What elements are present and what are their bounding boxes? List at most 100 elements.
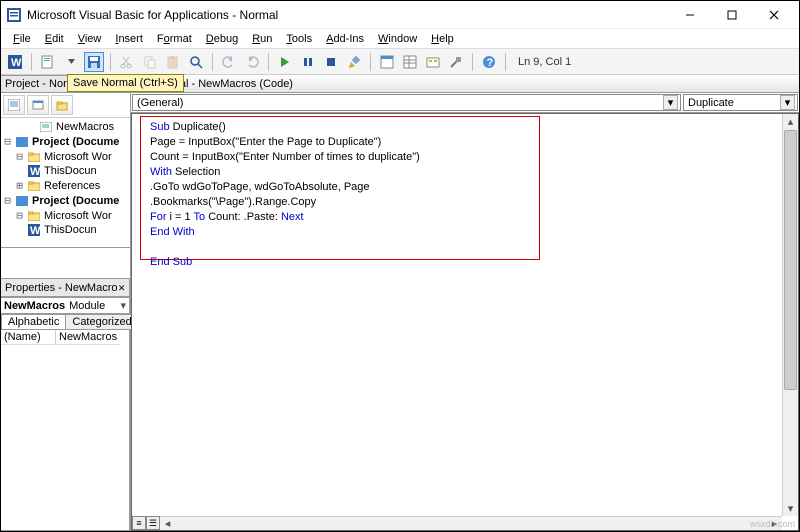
separator xyxy=(472,53,473,71)
folder-icon xyxy=(27,210,41,222)
module-icon xyxy=(39,121,53,133)
tooltip: Save Normal (Ctrl+S) xyxy=(67,74,184,92)
tree-folder-refs[interactable]: ⊞References xyxy=(3,178,128,193)
help-button[interactable]: ? xyxy=(479,52,499,72)
collapse-icon[interactable]: ⊟ xyxy=(3,135,12,148)
menu-view[interactable]: View xyxy=(72,31,108,47)
expand-icon[interactable]: ⊞ xyxy=(15,179,24,192)
code-window-title: Normal - NewMacros (Code) xyxy=(131,75,799,93)
paste-button[interactable] xyxy=(163,52,183,72)
properties-grid[interactable]: (Name) NewMacros xyxy=(1,329,130,531)
project-tree[interactable]: NewMacros ⊟Project (Docume ⊟Microsoft Wo… xyxy=(1,118,130,248)
redo-button[interactable] xyxy=(242,52,262,72)
scroll-thumb[interactable] xyxy=(784,130,797,390)
menu-insert[interactable]: Insert xyxy=(109,31,149,47)
project-explorer-button[interactable] xyxy=(377,52,397,72)
separator xyxy=(31,53,32,71)
folder-icon xyxy=(27,180,41,192)
menubar: File Edit View Insert Format Debug Run T… xyxy=(1,29,799,49)
word-doc-icon: W xyxy=(27,165,41,177)
svg-text:W: W xyxy=(30,225,40,236)
view-word-button[interactable]: W xyxy=(5,52,25,72)
code-text[interactable]: Sub Duplicate() Page = InputBox("Enter t… xyxy=(150,120,420,270)
object-dropdown[interactable]: (General) ▾ xyxy=(132,94,681,111)
separator xyxy=(370,53,371,71)
menu-file[interactable]: File xyxy=(7,31,37,47)
insert-module-button[interactable] xyxy=(38,52,58,72)
separator xyxy=(268,53,269,71)
tree-project-1[interactable]: ⊟Project (Docume xyxy=(3,134,128,149)
dropdown-arrow[interactable] xyxy=(61,52,81,72)
dropdown-icon[interactable]: ▾ xyxy=(120,299,126,312)
separator xyxy=(505,53,506,71)
tree-folder-word-2[interactable]: ⊟Microsoft Wor xyxy=(3,208,128,223)
properties-close-icon[interactable]: ✕ xyxy=(118,281,125,294)
properties-panel-title: Properties - NewMacro ✕ xyxy=(1,278,130,297)
menu-addins[interactable]: Add-Ins xyxy=(320,31,370,47)
scroll-left-icon[interactable]: ◂ xyxy=(160,517,175,530)
property-row[interactable]: (Name) NewMacros xyxy=(1,330,129,345)
menu-window[interactable]: Window xyxy=(372,31,423,47)
properties-object-selector[interactable]: NewMacros Module ▾ xyxy=(1,297,130,314)
toolbar: W ? Ln 9, Col 1 xyxy=(1,49,799,75)
word-doc-icon: W xyxy=(27,224,41,236)
folder-icon xyxy=(27,151,41,163)
project-toolbar xyxy=(1,93,130,118)
horizontal-scrollbar[interactable]: ◂ ▸ xyxy=(160,516,782,530)
dropdown-arrow-icon[interactable]: ▾ xyxy=(780,95,795,110)
break-button[interactable] xyxy=(298,52,318,72)
project-icon xyxy=(15,195,29,207)
svg-text:W: W xyxy=(30,166,40,177)
procedure-view-button[interactable]: ≡ xyxy=(132,516,146,530)
minimize-button[interactable] xyxy=(669,2,711,28)
menu-format[interactable]: Format xyxy=(151,31,198,47)
menu-tools[interactable]: Tools xyxy=(280,31,318,47)
vertical-scrollbar[interactable]: ▴ ▾ xyxy=(782,114,798,516)
menu-help[interactable]: Help xyxy=(425,31,460,47)
cursor-position: Ln 9, Col 1 xyxy=(518,56,571,68)
tree-project-2[interactable]: ⊟Project (Docume xyxy=(3,193,128,208)
view-code-button[interactable] xyxy=(3,95,25,115)
tree-folder-word-1[interactable]: ⊟Microsoft Wor xyxy=(3,149,128,164)
separator xyxy=(110,53,111,71)
dropdown-arrow-icon[interactable]: ▾ xyxy=(663,95,678,110)
project-icon xyxy=(15,136,29,148)
scroll-down-icon[interactable]: ▾ xyxy=(783,501,798,516)
design-mode-button[interactable] xyxy=(344,52,364,72)
tab-alphabetic[interactable]: Alphabetic xyxy=(1,314,66,329)
app-icon xyxy=(5,6,23,24)
toolbox-button[interactable] xyxy=(446,52,466,72)
tree-module-newmacros[interactable]: NewMacros xyxy=(3,120,128,134)
scroll-up-icon[interactable]: ▴ xyxy=(783,114,798,129)
procedure-dropdown[interactable]: Duplicate ▾ xyxy=(683,94,798,111)
properties-button[interactable] xyxy=(400,52,420,72)
menu-edit[interactable]: Edit xyxy=(39,31,70,47)
property-value[interactable]: NewMacros xyxy=(56,330,120,345)
properties-tabs: Alphabetic Categorized xyxy=(1,314,130,329)
collapse-icon[interactable]: ⊟ xyxy=(15,150,24,163)
maximize-button[interactable] xyxy=(711,2,753,28)
close-button[interactable] xyxy=(753,2,795,28)
find-button[interactable] xyxy=(186,52,206,72)
tree-thisdoc-2[interactable]: WThisDocun xyxy=(3,223,128,237)
undo-button[interactable] xyxy=(219,52,239,72)
tree-thisdoc-1[interactable]: WThisDocun xyxy=(3,164,128,178)
menu-run[interactable]: Run xyxy=(246,31,278,47)
copy-button[interactable] xyxy=(140,52,160,72)
save-button[interactable] xyxy=(84,52,104,72)
menu-debug[interactable]: Debug xyxy=(200,31,244,47)
toggle-folders-button[interactable] xyxy=(51,95,73,115)
run-button[interactable] xyxy=(275,52,295,72)
view-object-button[interactable] xyxy=(27,95,49,115)
svg-text:?: ? xyxy=(487,57,494,69)
project-panel-label: Project - Norm xyxy=(5,78,76,90)
object-browser-button[interactable] xyxy=(423,52,443,72)
properties-panel-label: Properties - NewMacro xyxy=(5,282,117,294)
collapse-icon[interactable]: ⊟ xyxy=(15,209,24,222)
cut-button[interactable] xyxy=(117,52,137,72)
full-module-view-button[interactable]: ☰ xyxy=(146,516,160,530)
code-editor[interactable]: Sub Duplicate() Page = InputBox("Enter t… xyxy=(131,113,799,531)
reset-button[interactable] xyxy=(321,52,341,72)
tab-categorized[interactable]: Categorized xyxy=(65,314,138,329)
collapse-icon[interactable]: ⊟ xyxy=(3,194,12,207)
